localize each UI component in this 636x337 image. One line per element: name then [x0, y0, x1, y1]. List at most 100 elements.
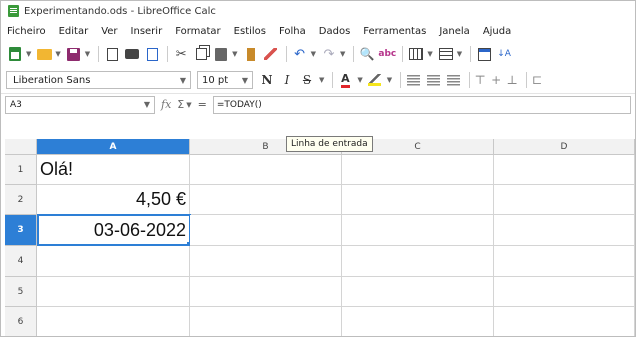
menu-ferramentas[interactable]: Ferramentas	[363, 26, 426, 37]
align-center-button[interactable]	[425, 71, 441, 89]
font-color-button[interactable]: A	[337, 71, 353, 89]
export-pdf-icon[interactable]	[103, 45, 121, 63]
row-header-1[interactable]: 1	[5, 155, 37, 185]
font-name-box[interactable]: Liberation Sans ▼	[6, 71, 191, 89]
highlight-button[interactable]	[367, 71, 383, 89]
row-header-4[interactable]: 4	[5, 246, 37, 277]
chevron-down-icon[interactable]: ▼	[144, 100, 150, 109]
cell-c1[interactable]	[342, 155, 494, 185]
menu-formatar[interactable]: Formatar	[175, 26, 220, 37]
clear-formatting-icon[interactable]	[262, 45, 280, 63]
cell-a2[interactable]: 4,50 €	[37, 185, 190, 215]
cell-a5[interactable]	[37, 277, 190, 307]
formula-icon[interactable]: =	[198, 98, 207, 111]
sort-ascending-icon[interactable]: ↓A	[495, 45, 513, 63]
cell-d4[interactable]	[494, 246, 635, 277]
align-middle-icon[interactable]: +	[490, 73, 502, 87]
redo-icon[interactable]: ↷	[320, 45, 338, 63]
open-dropdown-icon[interactable]: ▼	[55, 50, 60, 58]
spelling-icon[interactable]: abc	[378, 45, 396, 63]
sum-icon[interactable]: Σ	[177, 98, 184, 111]
row-header-6[interactable]: 6	[5, 307, 37, 336]
row-dropdown-icon[interactable]: ▼	[427, 50, 432, 58]
cell-d2[interactable]	[494, 185, 635, 215]
chevron-down-icon[interactable]: ▼	[242, 76, 248, 85]
strikethrough-dropdown-icon[interactable]: ▼	[319, 76, 324, 84]
cell-a1[interactable]: Olá!	[37, 155, 190, 185]
toolbar-separator	[526, 72, 528, 88]
name-box-value: A3	[10, 99, 22, 110]
font-size-box[interactable]: 10 pt ▼	[197, 71, 253, 89]
cell-c6[interactable]	[342, 307, 494, 336]
formula-input[interactable]: =TODAY()	[212, 95, 631, 114]
menu-folha[interactable]: Folha	[279, 26, 306, 37]
save-dropdown-icon[interactable]: ▼	[85, 50, 90, 58]
save-icon[interactable]	[65, 45, 83, 63]
align-top-icon[interactable]: ⊤	[474, 73, 486, 87]
clone-formatting-icon[interactable]	[242, 45, 260, 63]
column-header-d[interactable]: D	[494, 139, 635, 155]
menu-dados[interactable]: Dados	[319, 26, 351, 37]
cell-c3[interactable]	[342, 215, 494, 246]
strikethrough-button[interactable]: S	[299, 71, 315, 89]
cell-b5[interactable]	[190, 277, 342, 307]
cell-b3[interactable]	[190, 215, 342, 246]
row-icon[interactable]	[407, 45, 425, 63]
sum-dropdown-icon[interactable]: ▼	[186, 101, 191, 109]
cut-icon[interactable]: ✂	[172, 45, 190, 63]
menu-inserir[interactable]: Inserir	[131, 26, 163, 37]
row-header-5[interactable]: 5	[5, 277, 37, 307]
align-left-button[interactable]	[405, 71, 421, 89]
column-dropdown-icon[interactable]: ▼	[457, 50, 462, 58]
row-header-2[interactable]: 2	[5, 185, 37, 215]
cell-d6[interactable]	[494, 307, 635, 336]
column-header-a[interactable]: A	[37, 139, 190, 155]
paste-icon[interactable]	[212, 45, 230, 63]
new-icon[interactable]	[6, 45, 24, 63]
function-wizard-icon[interactable]: fx	[161, 98, 171, 111]
name-box[interactable]: A3 ▼	[5, 95, 155, 114]
print-preview-icon[interactable]	[143, 45, 161, 63]
print-icon[interactable]	[123, 45, 141, 63]
italic-button[interactable]: I	[279, 71, 295, 89]
cell-b4[interactable]	[190, 246, 342, 277]
bold-button[interactable]: N	[259, 71, 275, 89]
menu-estilos[interactable]: Estilos	[234, 26, 266, 37]
cell-a4[interactable]	[37, 246, 190, 277]
date-icon[interactable]	[475, 45, 493, 63]
cell-a6[interactable]	[37, 307, 190, 336]
align-right-button[interactable]	[445, 71, 461, 89]
cell-b1[interactable]	[190, 155, 342, 185]
undo-dropdown-icon[interactable]: ▼	[311, 50, 316, 58]
font-color-dropdown-icon[interactable]: ▼	[357, 76, 362, 84]
cell-a3[interactable]: 03-06-2022	[37, 214, 191, 246]
align-bottom-icon[interactable]: ⊥	[506, 73, 518, 87]
cell-b6[interactable]	[190, 307, 342, 336]
cell-c2[interactable]	[342, 185, 494, 215]
column-icon[interactable]	[437, 45, 455, 63]
cell-d1[interactable]	[494, 155, 635, 185]
menu-ajuda[interactable]: Ajuda	[483, 26, 511, 37]
select-all-corner[interactable]	[5, 139, 37, 155]
cell-d5[interactable]	[494, 277, 635, 307]
menu-editar[interactable]: Editar	[59, 26, 89, 37]
find-replace-icon[interactable]: 🔍	[358, 45, 376, 63]
highlight-dropdown-icon[interactable]: ▼	[387, 76, 392, 84]
menu-ver[interactable]: Ver	[101, 26, 117, 37]
paste-dropdown-icon[interactable]: ▼	[232, 50, 237, 58]
formula-bar: A3 ▼ fx Σ ▼ = =TODAY()	[1, 93, 635, 115]
cell-c4[interactable]	[342, 246, 494, 277]
chevron-down-icon[interactable]: ▼	[180, 76, 186, 85]
new-dropdown-icon[interactable]: ▼	[26, 50, 31, 58]
undo-icon[interactable]: ↶	[291, 45, 309, 63]
cell-d3[interactable]	[494, 215, 635, 246]
redo-dropdown-icon[interactable]: ▼	[340, 50, 345, 58]
menu-ficheiro[interactable]: Ficheiro	[7, 26, 46, 37]
cell-c5[interactable]	[342, 277, 494, 307]
wrap-text-icon[interactable]: ⊏	[531, 73, 543, 87]
cell-b2[interactable]	[190, 185, 342, 215]
copy-icon[interactable]	[192, 45, 210, 63]
menu-janela[interactable]: Janela	[439, 26, 469, 37]
row-header-3[interactable]: 3	[5, 215, 37, 246]
open-icon[interactable]	[35, 45, 53, 63]
